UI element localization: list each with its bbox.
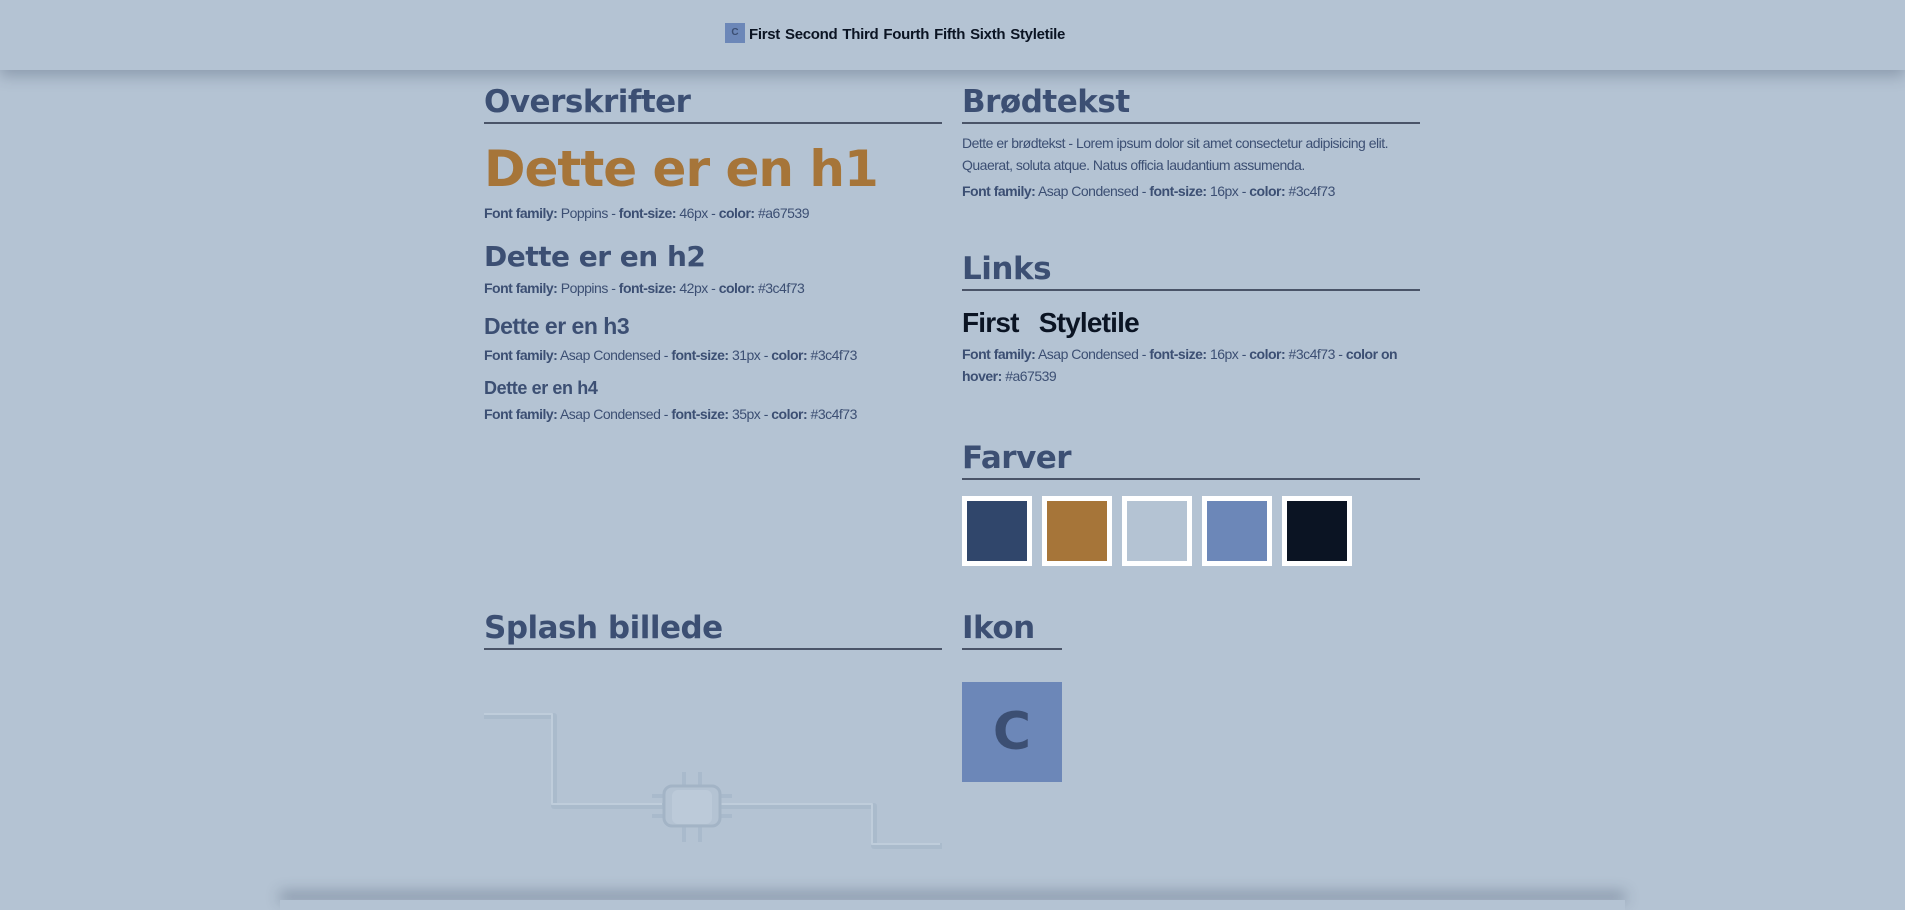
headings-title: Overskrifter	[484, 84, 942, 124]
links-sample-row: First Styletile	[962, 307, 1420, 339]
link-sample-first[interactable]: First	[962, 307, 1019, 339]
color-swatch	[1202, 496, 1272, 566]
navbar: C First Second Third Fourth Fifth Sixth …	[0, 0, 1905, 70]
splash-image	[482, 713, 942, 849]
nav-link-first[interactable]: First	[749, 26, 780, 43]
h1-sample: Dette er en h1	[484, 140, 879, 198]
headings-section: Overskrifter Dette er en h1 Font family:…	[484, 84, 942, 425]
h2-sample: Dette er en h2	[484, 240, 706, 273]
h3-sample: Dette er en h3	[484, 313, 630, 339]
links-spec: Font family: Asap Condensed - font-size:…	[962, 346, 1398, 384]
nav-link-fifth[interactable]: Fifth	[934, 26, 965, 43]
colors-section: Farver	[962, 440, 1420, 566]
logo-icon[interactable]: C	[725, 22, 745, 43]
nav-link-third[interactable]: Third	[842, 26, 878, 43]
splash-section: Splash billede	[482, 610, 942, 879]
nav-link-fourth[interactable]: Fourth	[883, 26, 929, 43]
nav-link-second[interactable]: Second	[785, 26, 838, 43]
splash-title: Splash billede	[484, 610, 942, 650]
color-swatch	[1122, 496, 1192, 566]
color-swatch	[962, 496, 1032, 566]
nav-inner: C First Second Third Fourth Fifth Sixth …	[725, 22, 1070, 43]
footer-shadow	[280, 900, 1625, 910]
body-spec: Font family: Asap Condensed - font-size:…	[962, 183, 1335, 199]
body-title: Brødtekst	[962, 84, 1420, 124]
h4-spec: Font family: Asap Condensed - font-size:…	[484, 406, 857, 422]
icon-title: Ikon	[962, 610, 1062, 650]
nav-link-sixth[interactable]: Sixth	[970, 26, 1005, 43]
body-section: Brødtekst Dette er brødtekst - Lorem ips…	[962, 84, 1420, 202]
body-sample-text: Dette er brødtekst - Lorem ipsum dolor s…	[962, 135, 1389, 173]
color-swatch	[1282, 496, 1352, 566]
links-title: Links	[962, 251, 1420, 291]
links-section: Links First Styletile Font family: Asap …	[962, 251, 1420, 387]
icon-section: Ikon C	[962, 610, 1062, 782]
color-swatch	[1042, 496, 1112, 566]
color-swatches	[962, 496, 1420, 566]
h4-sample: Dette er en h4	[484, 378, 598, 398]
h1-spec: Font family: Poppins - font-size: 46px -…	[484, 205, 810, 221]
h2-spec: Font family: Poppins - font-size: 42px -…	[484, 280, 805, 296]
h3-spec: Font family: Asap Condensed - font-size:…	[484, 347, 857, 363]
nav-link-styletile[interactable]: Styletile	[1010, 26, 1065, 43]
link-sample-styletile[interactable]: Styletile	[1039, 307, 1140, 339]
brand-c-icon: C	[962, 682, 1062, 782]
colors-title: Farver	[962, 440, 1420, 480]
